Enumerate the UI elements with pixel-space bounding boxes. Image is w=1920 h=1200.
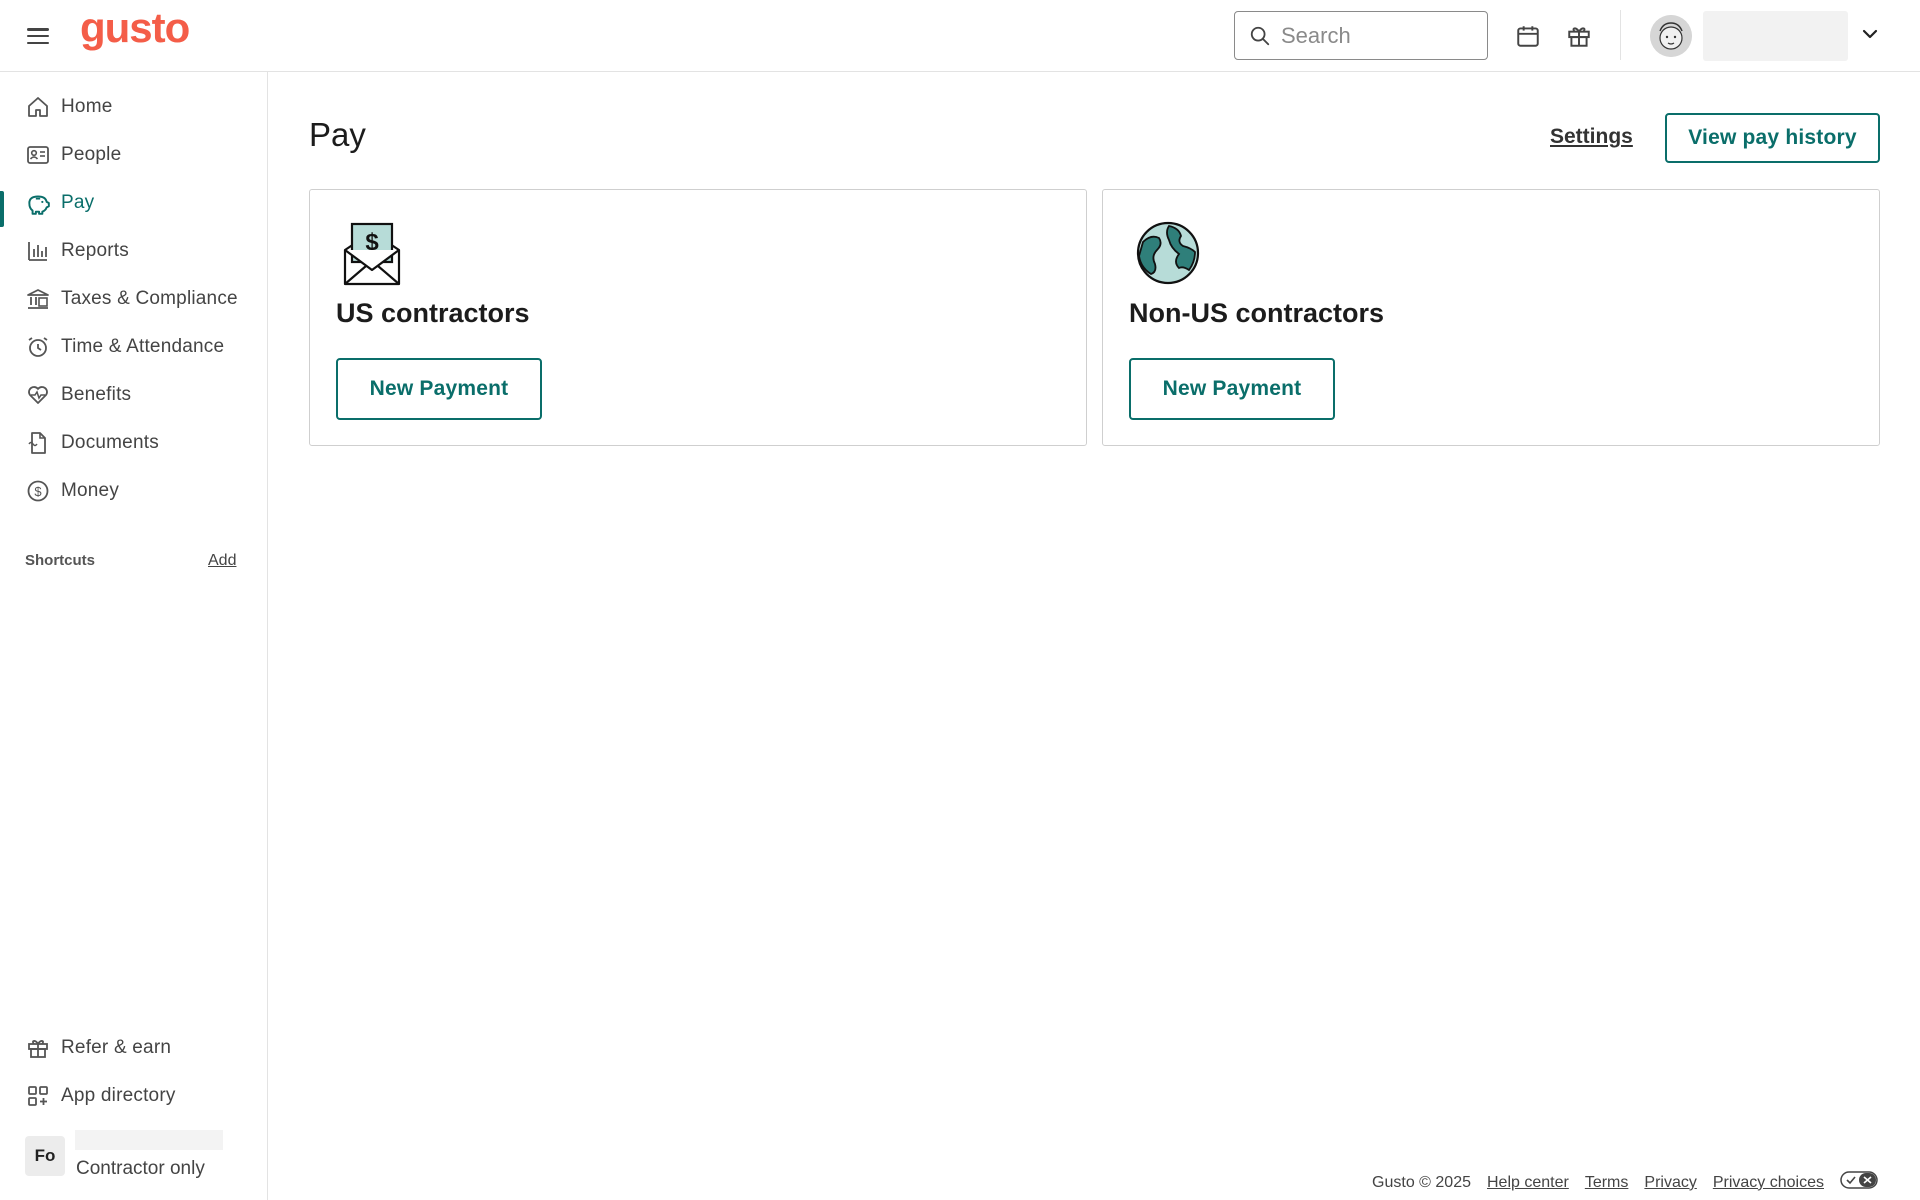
- company-name-redacted: [75, 1130, 223, 1150]
- heart-pulse-icon: [25, 382, 51, 408]
- sidebar-item-label: Time & Attendance: [61, 336, 225, 357]
- home-icon: [25, 94, 51, 120]
- add-shortcut-link[interactable]: Add: [208, 552, 236, 570]
- page-title: Pay: [309, 116, 366, 153]
- piggy-bank-icon: [25, 190, 51, 216]
- sidebar-item-home[interactable]: Home: [0, 85, 268, 129]
- sidebar: Home People Pay Reports Taxes & Complian…: [0, 72, 268, 1200]
- active-indicator: [0, 191, 4, 227]
- card-title: Non-US contractors: [1129, 298, 1385, 328]
- bank-icon: [25, 286, 51, 312]
- shortcuts-heading: Shortcuts: [25, 552, 96, 569]
- search-box[interactable]: [1234, 11, 1488, 60]
- sidebar-item-label: Documents: [61, 432, 159, 453]
- sidebar-item-pay[interactable]: Pay: [0, 181, 268, 227]
- sidebar-item-label: Benefits: [61, 384, 132, 405]
- sidebar-item-label: Reports: [61, 240, 129, 261]
- non-us-contractors-card: Non-US contractors New Payment: [1102, 189, 1880, 446]
- terms-link[interactable]: Terms: [1585, 1174, 1629, 1192]
- help-center-link[interactable]: Help center: [1487, 1174, 1569, 1192]
- envelope-dollar-icon: $: [342, 220, 402, 286]
- new-payment-button[interactable]: New Payment: [1129, 358, 1335, 420]
- view-pay-history-button[interactable]: View pay history: [1665, 113, 1880, 163]
- sidebar-item-label: People: [61, 144, 122, 165]
- globe-icon: [1135, 220, 1200, 286]
- new-payment-button[interactable]: New Payment: [336, 358, 542, 420]
- sidebar-item-benefits[interactable]: Benefits: [0, 373, 268, 417]
- calendar-icon[interactable]: [1513, 21, 1543, 51]
- sidebar-item-label: Taxes & Compliance: [61, 288, 238, 309]
- user-role: Contractor only: [76, 1158, 205, 1179]
- sidebar-item-reports[interactable]: Reports: [0, 229, 268, 273]
- search-icon: [1250, 26, 1270, 45]
- sidebar-item-app-directory[interactable]: App directory: [0, 1074, 268, 1118]
- settings-link[interactable]: Settings: [1550, 125, 1633, 149]
- user-name-redacted[interactable]: [1703, 11, 1848, 61]
- sidebar-item-label: Home: [61, 96, 113, 117]
- account-switcher[interactable]: Fo Contractor only: [25, 1130, 223, 1179]
- apps-grid-icon: [25, 1083, 51, 1109]
- user-avatar[interactable]: [1650, 15, 1692, 57]
- sidebar-item-label: App directory: [61, 1085, 176, 1106]
- sidebar-item-label: Money: [61, 480, 120, 501]
- company-initials-avatar: Fo: [25, 1136, 65, 1176]
- topbar-divider: [1620, 10, 1621, 60]
- us-contractors-card: $ US contractors New Payment: [309, 189, 1087, 446]
- dollar-circle-icon: $: [25, 478, 51, 504]
- sidebar-item-label: Pay: [61, 192, 95, 213]
- privacy-choices-link[interactable]: Privacy choices: [1713, 1174, 1824, 1192]
- gift-icon[interactable]: [1564, 21, 1594, 51]
- gift-icon: [25, 1035, 51, 1061]
- sidebar-item-taxes-compliance[interactable]: Taxes & Compliance: [0, 277, 268, 321]
- sidebar-item-documents[interactable]: Documents: [0, 421, 268, 465]
- sidebar-item-label: Refer & earn: [61, 1037, 172, 1058]
- people-icon: [25, 142, 51, 168]
- gusto-logo[interactable]: gusto: [80, 4, 190, 52]
- svg-text:$: $: [34, 484, 42, 499]
- sidebar-item-refer-earn[interactable]: Refer & earn: [0, 1026, 268, 1070]
- hamburger-menu-icon[interactable]: [26, 24, 50, 48]
- sidebar-item-time-attendance[interactable]: Time & Attendance: [0, 325, 268, 369]
- page-footer: Gusto © 2025 Help center Terms Privacy P…: [1356, 1170, 1878, 1195]
- alarm-clock-icon: [25, 334, 51, 360]
- chevron-down-icon[interactable]: [1858, 22, 1882, 46]
- copyright-text: Gusto © 2025: [1372, 1173, 1471, 1191]
- privacy-link[interactable]: Privacy: [1644, 1174, 1696, 1192]
- top-bar: gusto: [0, 0, 1920, 72]
- bar-chart-icon: [25, 238, 51, 264]
- document-icon: [25, 430, 51, 456]
- sidebar-item-money[interactable]: $ Money: [0, 469, 268, 513]
- search-input[interactable]: [1281, 22, 1471, 49]
- card-title: US contractors: [336, 298, 530, 328]
- privacy-toggle-icon[interactable]: [1840, 1170, 1878, 1195]
- sidebar-item-people[interactable]: People: [0, 133, 268, 177]
